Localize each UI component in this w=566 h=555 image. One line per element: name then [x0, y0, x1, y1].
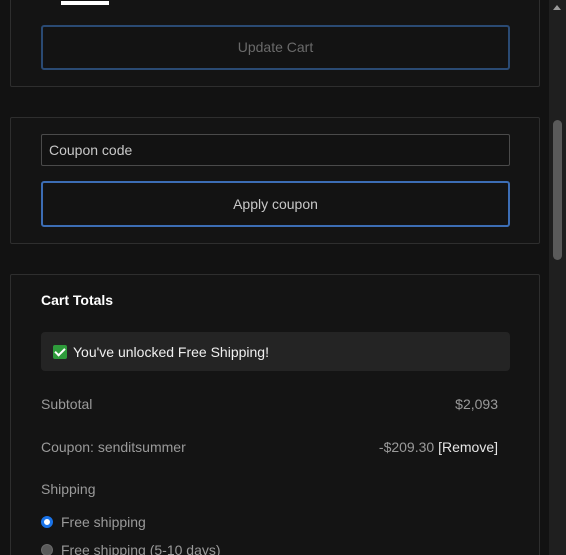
shipping-option-label: Free shipping (5-10 days)	[61, 542, 221, 555]
shipping-label: Shipping	[41, 481, 96, 497]
coupon-discount-value: -$209.30 [Remove]	[379, 439, 498, 455]
vertical-scrollbar[interactable]	[549, 0, 566, 555]
coupon-panel: Apply coupon	[10, 117, 540, 244]
shipping-option-free-5-10-days[interactable]: Free shipping (5-10 days)	[41, 542, 221, 555]
cart-totals-panel: Cart Totals You've unlocked Free Shippin…	[10, 274, 540, 555]
cart-actions-panel: Update Cart	[10, 0, 540, 87]
remove-coupon-link[interactable]: [Remove]	[438, 439, 498, 455]
shipping-option-free[interactable]: Free shipping	[41, 514, 146, 530]
apply-coupon-button[interactable]: Apply coupon	[41, 181, 510, 227]
cart-page: Update Cart Apply coupon Cart Totals You…	[0, 0, 566, 555]
coupon-code-input[interactable]	[41, 134, 510, 166]
scroll-up-arrow-icon[interactable]	[553, 5, 561, 10]
cart-totals-title: Cart Totals	[41, 292, 114, 308]
free-shipping-notice-text: You've unlocked Free Shipping!	[73, 343, 269, 360]
subtotal-value: $2,093	[455, 396, 498, 412]
scrollbar-thumb[interactable]	[553, 120, 562, 260]
check-icon	[53, 344, 67, 359]
radio-selected-icon[interactable]	[41, 516, 53, 528]
radio-unselected-icon[interactable]	[41, 544, 53, 555]
update-cart-button[interactable]: Update Cart	[41, 25, 510, 70]
subtotal-label: Subtotal	[41, 396, 93, 412]
shipping-option-label: Free shipping	[61, 514, 146, 530]
coupon-discount-amount: -$209.30	[378, 439, 435, 455]
free-shipping-notice: You've unlocked Free Shipping!	[41, 332, 510, 371]
coupon-discount-label: Coupon: senditsummer	[41, 439, 186, 455]
product-thumbnail	[61, 1, 109, 5]
